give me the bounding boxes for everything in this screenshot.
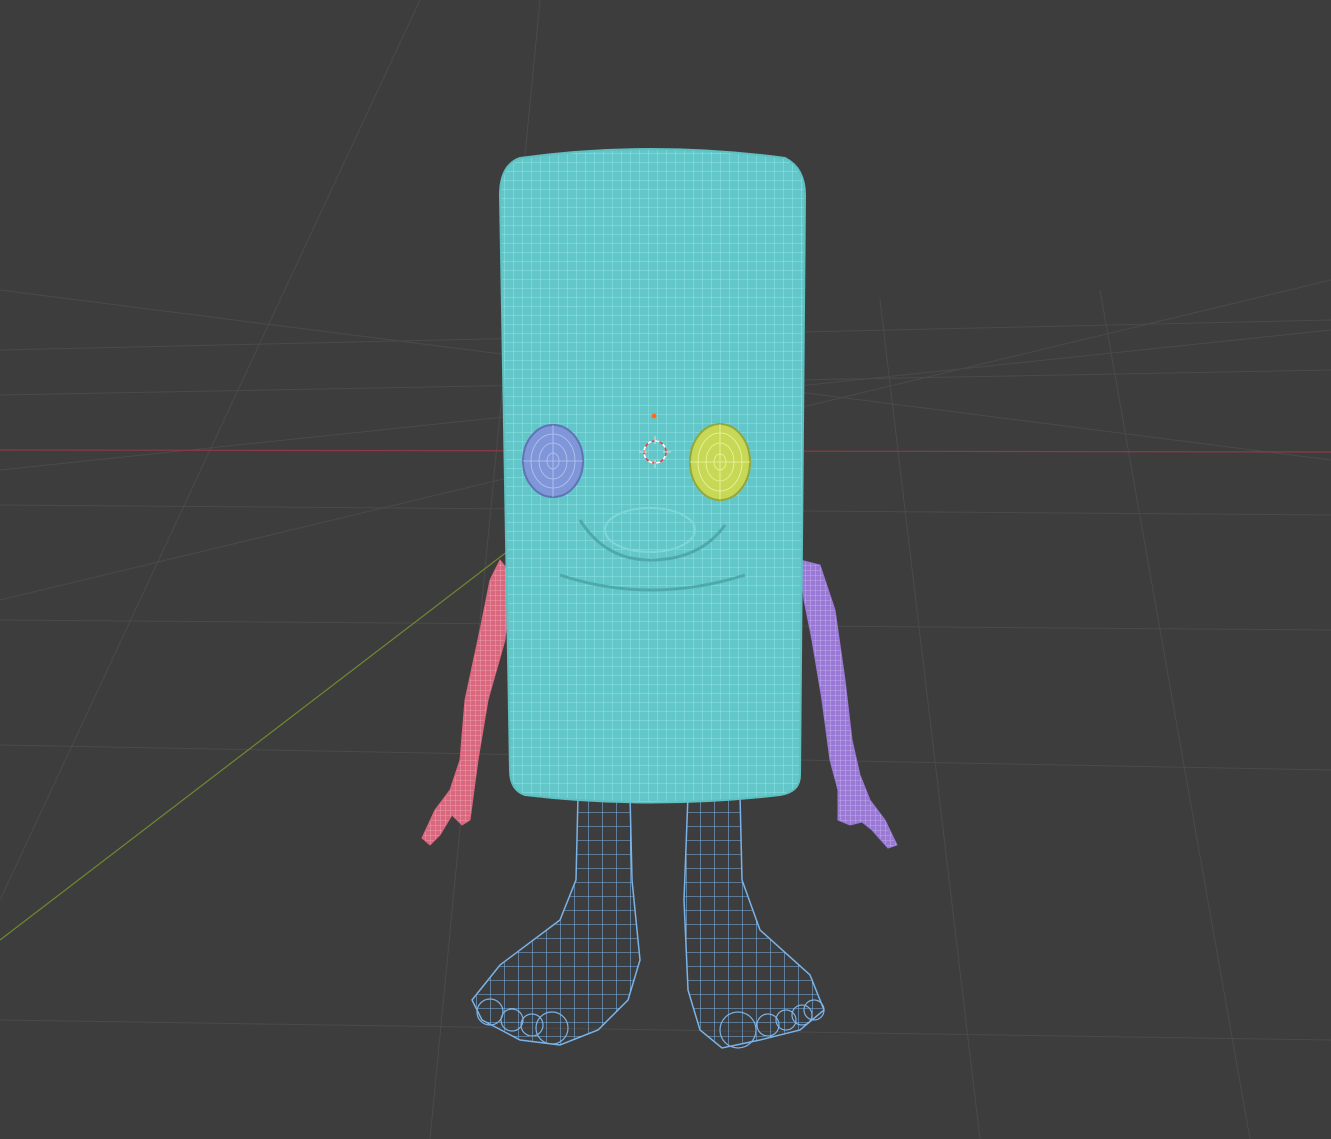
- 3d-viewport[interactable]: [0, 0, 1331, 1139]
- legs-mesh[interactable]: [471, 794, 825, 1049]
- right-arm-mesh[interactable]: [799, 559, 898, 849]
- origin-marker-icon: [651, 413, 657, 419]
- viewport-canvas[interactable]: [0, 0, 1331, 1139]
- left-eye-mesh[interactable]: [522, 424, 584, 498]
- right-eye-mesh[interactable]: [689, 423, 751, 501]
- grid-line: [0, 1019, 1331, 1041]
- grid-line: [879, 299, 981, 1139]
- left-arm-mesh[interactable]: [421, 559, 513, 846]
- grid-line: [1099, 289, 1251, 1139]
